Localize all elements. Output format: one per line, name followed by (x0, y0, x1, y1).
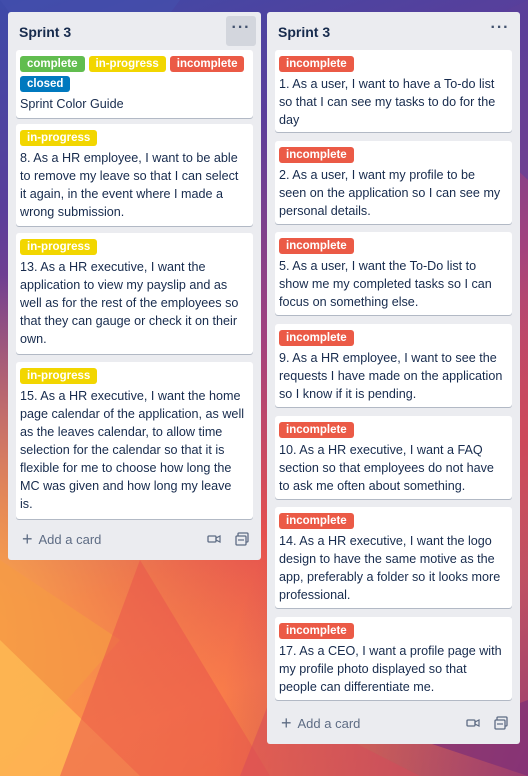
card-labels: incomplete (279, 238, 504, 254)
card-labels: incomplete (279, 56, 504, 72)
label-closed[interactable]: closed (20, 76, 71, 92)
card-labels: in-progress (20, 239, 245, 255)
card-title: 15. As a HR executive, I want the home p… (20, 389, 245, 511)
ellipsis-icon: ··· (490, 19, 510, 36)
video-icon[interactable] (466, 716, 480, 730)
list-menu-button[interactable]: ··· (485, 16, 515, 46)
card[interactable]: incomplete 14. As a HR executive, I want… (275, 507, 512, 608)
label-incomplete[interactable]: incomplete (279, 422, 354, 438)
card-labels: incomplete (279, 422, 504, 438)
add-card-label: Add a card (297, 715, 361, 731)
card[interactable]: in-progress 15. As a HR executive, I wan… (16, 362, 253, 519)
ellipsis-icon: ··· (231, 19, 251, 36)
card-title: 2. As a user, I want my profile to be se… (279, 168, 501, 218)
card-title: Sprint Color Guide (20, 97, 124, 111)
label-in-progress[interactable]: in-progress (20, 239, 98, 255)
template-icon[interactable] (235, 532, 249, 546)
label-incomplete[interactable]: incomplete (279, 56, 354, 72)
card-labels: in-progress (20, 130, 245, 146)
add-card-tools (207, 532, 249, 546)
card-title: 5. As a user, I want the To-Do list to s… (279, 259, 492, 309)
label-incomplete[interactable]: incomplete (279, 513, 354, 529)
label-incomplete[interactable]: incomplete (279, 147, 354, 163)
add-card-button[interactable]: + Add a card (16, 525, 253, 553)
video-icon[interactable] (207, 532, 221, 546)
card-labels: in-progress (20, 368, 245, 384)
list-header: Sprint 3 ··· (8, 12, 261, 50)
card-labels: complete in-progress incomplete closed (20, 56, 245, 92)
label-in-progress[interactable]: in-progress (20, 130, 98, 146)
card-title: 17. As a CEO, I want a profile page with… (279, 644, 502, 694)
plus-icon: + (281, 713, 292, 733)
card-title: 8. As a HR employee, I want to be able t… (20, 151, 239, 219)
card-labels: incomplete (279, 623, 504, 639)
card[interactable]: incomplete 1. As a user, I want to have … (275, 50, 512, 132)
card[interactable]: incomplete 5. As a user, I want the To-D… (275, 232, 512, 315)
label-in-progress[interactable]: in-progress (20, 368, 98, 384)
card[interactable]: incomplete 17. As a CEO, I want a profil… (275, 617, 512, 700)
list-sprint-3-b: Sprint 3 ··· incomplete 1. As a user, I … (267, 12, 520, 744)
card[interactable]: incomplete 2. As a user, I want my profi… (275, 141, 512, 224)
plus-icon: + (22, 529, 33, 549)
card[interactable]: incomplete 10. As a HR executive, I want… (275, 416, 512, 499)
list-sprint-3-a: Sprint 3 ··· complete in-progress incomp… (8, 12, 261, 560)
add-card-button[interactable]: + Add a card (275, 709, 512, 737)
card-labels: incomplete (279, 147, 504, 163)
label-incomplete[interactable]: incomplete (279, 330, 354, 346)
label-incomplete[interactable]: incomplete (169, 56, 245, 72)
card-labels: incomplete (279, 330, 504, 346)
card[interactable]: incomplete 9. As a HR employee, I want t… (275, 324, 512, 407)
add-card-label: Add a card (38, 531, 102, 547)
card-title: 14. As a HR executive, I want the logo d… (279, 534, 501, 602)
label-complete[interactable]: complete (20, 56, 85, 72)
card-title: 10. As a HR executive, I want a FAQ sect… (279, 443, 494, 493)
label-incomplete[interactable]: incomplete (279, 623, 354, 639)
board: Sprint 3 ··· complete in-progress incomp… (0, 0, 528, 776)
list-title[interactable]: Sprint 3 (19, 24, 71, 40)
card[interactable]: in-progress 8. As a HR employee, I want … (16, 124, 253, 226)
template-icon[interactable] (494, 716, 508, 730)
label-in-progress[interactable]: in-progress (88, 56, 166, 72)
card-labels: incomplete (279, 513, 504, 529)
list-title[interactable]: Sprint 3 (278, 24, 330, 40)
card[interactable]: complete in-progress incomplete closed S… (16, 50, 253, 118)
card-title: 9. As a HR employee, I want to see the r… (279, 351, 503, 401)
list-menu-button[interactable]: ··· (226, 16, 256, 46)
card[interactable]: in-progress 13. As a HR executive, I wan… (16, 233, 253, 354)
card-title: 1. As a user, I want to have a To-do lis… (279, 77, 496, 127)
card-title: 13. As a HR executive, I want the applic… (20, 260, 239, 346)
list-header: Sprint 3 ··· (267, 12, 520, 50)
label-incomplete[interactable]: incomplete (279, 238, 354, 254)
add-card-tools (466, 716, 508, 730)
